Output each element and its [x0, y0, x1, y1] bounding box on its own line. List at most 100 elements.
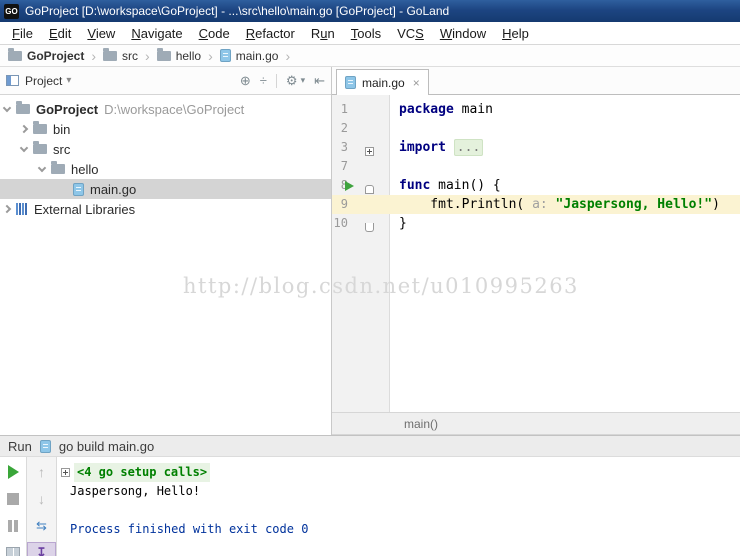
- project-panel-title[interactable]: Project: [25, 74, 62, 88]
- fold-end-icon[interactable]: [365, 223, 374, 232]
- chevron-expanded-icon[interactable]: [37, 163, 47, 172]
- folder-icon: [33, 141, 47, 154]
- menu-navigate[interactable]: Navigate: [123, 24, 190, 43]
- chevron-expanded-icon[interactable]: [2, 103, 12, 112]
- down-arrow-icon: ↓: [38, 491, 45, 507]
- stop-button[interactable]: [0, 488, 26, 510]
- tree-item-bin[interactable]: bin: [0, 119, 331, 139]
- breadcrumb-src[interactable]: src: [103, 47, 138, 63]
- run-panel-title[interactable]: Run: [8, 439, 32, 454]
- breadcrumb-goproject[interactable]: GoProject: [8, 47, 84, 63]
- code-line-10: 10 }: [333, 216, 407, 232]
- chevron-collapsed-icon[interactable]: [2, 204, 12, 214]
- menu-bar: File Edit View Navigate Code Refactor Ru…: [0, 22, 740, 45]
- prev-occurrence-button[interactable]: ↑: [27, 461, 56, 483]
- breadcrumb-main-go[interactable]: main.go: [219, 49, 278, 63]
- chevron-expanded-icon[interactable]: [19, 143, 29, 152]
- menu-refactor[interactable]: Refactor: [238, 24, 303, 43]
- code-line-3: 3 import ...: [332, 138, 740, 157]
- run-configuration-name[interactable]: go build main.go: [59, 439, 154, 454]
- tree-item-external-libraries[interactable]: External Libraries: [0, 199, 331, 219]
- breadcrumb-separator-icon: ›: [145, 47, 150, 64]
- console-setup-calls-line: <4 go setup calls>: [61, 463, 740, 482]
- run-toolbar-secondary: ↑ ↓ ⇆ ↧: [27, 457, 57, 556]
- project-panel-header: Project ▾ ⊕ ÷ ⚙ ▾ ⇤: [0, 67, 331, 95]
- code-line-2: 2: [340, 121, 348, 135]
- menu-tools[interactable]: Tools: [343, 24, 389, 43]
- restore-layout-button[interactable]: [0, 542, 26, 556]
- breadcrumb: GoProject › src › hello › main.go ›: [0, 45, 740, 67]
- wrap-lines-icon: ⇆: [36, 518, 47, 533]
- scroll-to-end-button[interactable]: ↧: [27, 542, 56, 556]
- soft-wrap-button[interactable]: ⇆: [27, 515, 56, 537]
- run-tool-window: Run go build main.go ↑ ↓ ⇆ ↧ <4 go setup…: [0, 435, 740, 556]
- code-line-1: 1 package main: [340, 102, 493, 117]
- fold-collapse-icon[interactable]: [365, 185, 374, 194]
- run-toolbar-primary: [0, 457, 27, 556]
- goland-window: GO GoProject [D:\workspace\GoProject] - …: [0, 0, 740, 556]
- code-editor[interactable]: 1 package main 2 3 import ... 7 8 func m…: [332, 95, 740, 412]
- chevron-down-icon[interactable]: ▾: [66, 75, 71, 86]
- go-file-icon: [219, 49, 231, 62]
- run-panel-body: ↑ ↓ ⇆ ↧ <4 go setup calls> Jaspersong, H…: [0, 457, 740, 556]
- folded-code-chip[interactable]: ...: [453, 139, 484, 156]
- fold-expand-icon[interactable]: [365, 147, 374, 156]
- console-output-line: Jaspersong, Hello!: [70, 484, 201, 498]
- menu-run[interactable]: Run: [303, 24, 343, 43]
- menu-vcs[interactable]: VCS: [389, 24, 432, 43]
- scroll-to-end-icon: ↧: [36, 545, 47, 556]
- menu-code[interactable]: Code: [191, 24, 238, 43]
- fold-expand-icon[interactable]: [61, 468, 70, 477]
- tree-item-goproject[interactable]: GoProject D:\workspace\GoProject: [0, 99, 331, 119]
- project-path: D:\workspace\GoProject: [104, 101, 245, 117]
- folder-icon: [103, 47, 118, 61]
- tab-main-go[interactable]: main.go ×: [336, 69, 429, 95]
- locate-file-icon[interactable]: ⊕: [240, 73, 251, 89]
- play-icon: [7, 465, 19, 479]
- folder-icon: [51, 161, 65, 174]
- menu-file[interactable]: File: [4, 24, 41, 43]
- menu-edit[interactable]: Edit: [41, 24, 79, 43]
- goland-logo-icon: GO: [4, 3, 19, 19]
- editor-tab-bar: main.go ×: [332, 67, 740, 95]
- menu-window[interactable]: Window: [432, 24, 494, 43]
- run-console[interactable]: <4 go setup calls> Jaspersong, Hello! Pr…: [57, 457, 740, 556]
- code-line-9-current: 9 fmt.Println( a: "Jaspersong, Hello!"): [332, 195, 740, 214]
- tree-item-src[interactable]: src: [0, 139, 331, 159]
- breadcrumb-hello[interactable]: hello: [156, 47, 201, 63]
- hide-panel-icon[interactable]: ⇤: [314, 73, 325, 89]
- breadcrumb-separator-icon: ›: [285, 47, 291, 64]
- folder-icon: [33, 121, 47, 134]
- go-file-icon: [345, 76, 356, 89]
- menu-view[interactable]: View: [79, 24, 123, 43]
- project-tool-window: Project ▾ ⊕ ÷ ⚙ ▾ ⇤ GoProject D:\workspa…: [0, 67, 331, 435]
- folder-icon: [8, 47, 22, 61]
- gear-icon[interactable]: ⚙: [286, 73, 298, 89]
- tree-item-main-go[interactable]: main.go: [0, 179, 331, 199]
- close-tab-icon[interactable]: ×: [413, 76, 420, 90]
- up-arrow-icon: ↑: [38, 464, 45, 480]
- go-file-icon: [39, 439, 51, 453]
- chevron-collapsed-icon[interactable]: [19, 124, 29, 134]
- project-tree: GoProject D:\workspace\GoProject bin src: [0, 95, 331, 219]
- next-occurrence-button[interactable]: ↓: [27, 488, 56, 510]
- pause-button[interactable]: [0, 515, 26, 537]
- folder-icon: [16, 101, 30, 114]
- editor: main.go × 1 package main 2 3 import ... …: [332, 67, 740, 435]
- library-icon: [16, 203, 28, 215]
- code-line-8: 8 func main() {: [340, 178, 501, 194]
- toolbar-separator: [275, 73, 277, 88]
- rerun-button[interactable]: [0, 461, 26, 483]
- main-area: Project ▾ ⊕ ÷ ⚙ ▾ ⇤ GoProject D:\workspa…: [0, 67, 740, 435]
- window-title: GoProject [D:\workspace\GoProject] - ...…: [25, 4, 450, 18]
- menu-help[interactable]: Help: [494, 24, 537, 43]
- chevron-down-icon: ▾: [300, 75, 306, 85]
- layout-icon: [6, 547, 20, 556]
- breadcrumb-main-function[interactable]: main(): [404, 417, 438, 431]
- run-main-icon[interactable]: [345, 181, 354, 191]
- tree-item-hello[interactable]: hello: [0, 159, 331, 179]
- collapse-all-icon[interactable]: ÷: [260, 73, 267, 88]
- project-tool-window-icon: [6, 75, 19, 86]
- folder-icon: [156, 47, 171, 61]
